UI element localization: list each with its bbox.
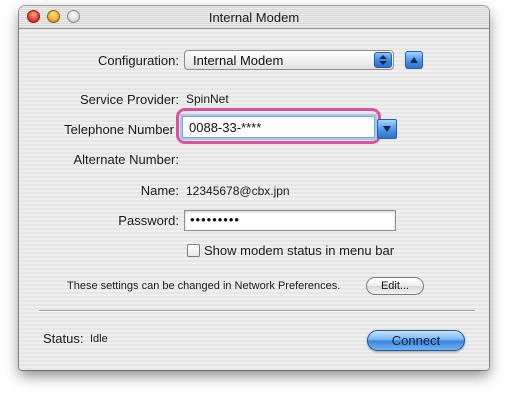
service-provider-label: Service Provider: bbox=[80, 92, 179, 107]
up-down-arrows-icon bbox=[374, 52, 392, 68]
password-value: ••••••••• bbox=[190, 212, 240, 227]
window-title: Internal Modem bbox=[208, 10, 300, 25]
status-value: Idle bbox=[90, 333, 108, 345]
show-status-checkbox[interactable] bbox=[187, 244, 200, 257]
status-label: Status: bbox=[43, 331, 84, 346]
alternate-number-label: Alternate Number: bbox=[73, 152, 180, 167]
password-field[interactable]: ••••••••• bbox=[184, 210, 396, 231]
title-bar[interactable]: Internal Modem bbox=[19, 6, 489, 29]
service-provider-value: SpinNet bbox=[186, 92, 229, 106]
password-label: Password: bbox=[118, 213, 179, 228]
show-status-label[interactable]: Show modem status in menu bar bbox=[204, 243, 394, 258]
telephone-field[interactable]: 0088-33-**** bbox=[182, 116, 375, 138]
telephone-value: 0088-33-**** bbox=[189, 120, 262, 135]
configuration-label: Configuration: bbox=[98, 53, 179, 68]
connect-button[interactable]: Connect bbox=[367, 330, 465, 351]
configuration-popup[interactable]: Internal Modem bbox=[184, 50, 394, 70]
telephone-label: Telephone Number bbox=[64, 122, 174, 137]
name-label: Name: bbox=[140, 183, 179, 198]
disclosure-triangle-icon[interactable] bbox=[405, 51, 423, 69]
modem-dialog-window: Internal Modem Configuration: Internal M… bbox=[19, 6, 489, 370]
name-value: 12345678@cbx.jpn bbox=[186, 184, 290, 198]
separator bbox=[39, 310, 475, 312]
configuration-value: Internal Modem bbox=[193, 53, 284, 68]
settings-note: These settings can be changed in Network… bbox=[67, 280, 341, 292]
chevron-down-icon[interactable] bbox=[377, 119, 397, 139]
edit-button[interactable]: Edit... bbox=[366, 277, 424, 295]
